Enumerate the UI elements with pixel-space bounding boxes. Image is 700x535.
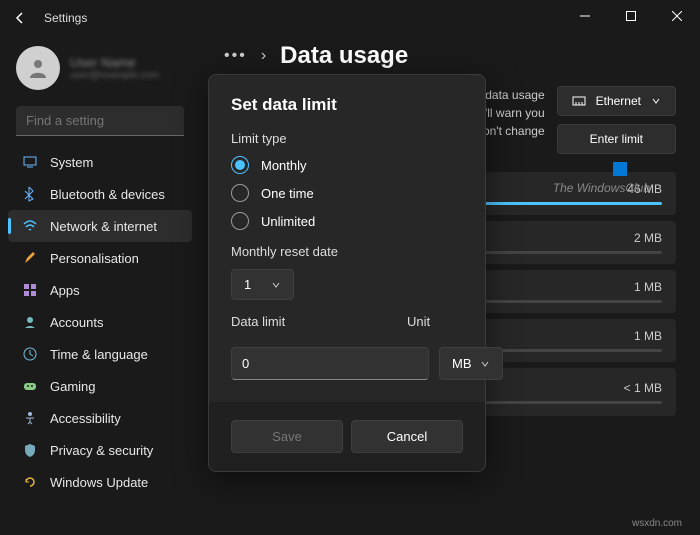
- data-limit-input[interactable]: [231, 347, 429, 380]
- save-button[interactable]: Save: [231, 420, 343, 453]
- chevron-down-icon: [480, 359, 490, 369]
- radio-one-time[interactable]: One time: [231, 184, 463, 202]
- radio-icon: [231, 212, 249, 230]
- sidebar: User Name user@example.com System Bluetoo…: [0, 32, 200, 535]
- sidebar-item-label: Apps: [50, 283, 80, 298]
- user-profile[interactable]: User Name user@example.com: [8, 42, 192, 102]
- enter-limit-button[interactable]: Enter limit: [557, 124, 676, 154]
- usage-value: < 1 MB: [624, 381, 662, 395]
- sidebar-item-access[interactable]: Accessibility: [8, 402, 192, 434]
- account-icon: [22, 314, 38, 330]
- sidebar-item-gaming[interactable]: Gaming: [8, 370, 192, 402]
- description-line: on't change: [476, 122, 545, 140]
- watermark-url: wsxdn.com: [632, 518, 682, 529]
- bluetooth-icon: [22, 186, 38, 202]
- sidebar-item-update[interactable]: Windows Update: [8, 466, 192, 498]
- update-icon: [22, 474, 38, 490]
- sidebar-item-label: Accessibility: [50, 411, 121, 426]
- radio-icon: [231, 156, 249, 174]
- reset-date-select[interactable]: 1: [231, 269, 294, 300]
- radio-unlimited[interactable]: Unlimited: [231, 212, 463, 230]
- brush-icon: [22, 250, 38, 266]
- privacy-icon: [22, 442, 38, 458]
- sidebar-item-label: Personalisation: [50, 251, 139, 266]
- unit-label: Unit: [407, 314, 463, 329]
- sidebar-item-label: Windows Update: [50, 475, 148, 490]
- radio-icon: [231, 184, 249, 202]
- user-name: User Name: [70, 55, 159, 70]
- usage-value: 1 MB: [634, 329, 662, 343]
- sidebar-item-brush[interactable]: Personalisation: [8, 242, 192, 274]
- data-limit-label: Data limit: [231, 314, 397, 329]
- watermark: The WindowsClub: [553, 162, 650, 195]
- sidebar-item-label: Gaming: [50, 379, 96, 394]
- dialog-title: Set data limit: [231, 95, 463, 115]
- limit-type-label: Limit type: [231, 131, 463, 146]
- user-email: user@example.com: [70, 70, 159, 81]
- breadcrumb-more-icon[interactable]: •••: [224, 47, 247, 65]
- gaming-icon: [22, 378, 38, 394]
- usage-value: 1 MB: [634, 280, 662, 294]
- apps-icon: [22, 282, 38, 298]
- sidebar-item-label: Accounts: [50, 315, 103, 330]
- ethernet-icon: [572, 94, 586, 108]
- cancel-button[interactable]: Cancel: [351, 420, 463, 453]
- sidebar-item-account[interactable]: Accounts: [8, 306, 192, 338]
- chevron-down-icon: [271, 280, 281, 290]
- sidebar-item-label: Bluetooth & devices: [50, 187, 165, 202]
- system-icon: [22, 154, 38, 170]
- minimize-button[interactable]: [562, 0, 608, 32]
- access-icon: [22, 410, 38, 426]
- unit-select[interactable]: MB: [439, 347, 503, 380]
- description-line: e'll warn you: [476, 104, 545, 122]
- page-title: Data usage: [280, 42, 408, 70]
- time-icon: [22, 346, 38, 362]
- sidebar-item-privacy[interactable]: Privacy & security: [8, 434, 192, 466]
- radio-monthly[interactable]: Monthly: [231, 156, 463, 174]
- maximize-button[interactable]: [608, 0, 654, 32]
- chevron-down-icon: [651, 96, 661, 106]
- sidebar-item-label: Privacy & security: [50, 443, 153, 458]
- close-button[interactable]: [654, 0, 700, 32]
- reset-date-label: Monthly reset date: [231, 244, 463, 259]
- back-button[interactable]: [10, 8, 30, 28]
- sidebar-item-label: System: [50, 155, 93, 170]
- search-input[interactable]: [16, 106, 184, 136]
- chevron-right-icon: ›: [261, 47, 266, 65]
- ethernet-dropdown[interactable]: Ethernet: [557, 86, 676, 116]
- sidebar-item-system[interactable]: System: [8, 146, 192, 178]
- usage-value: 2 MB: [634, 231, 662, 245]
- sidebar-item-bluetooth[interactable]: Bluetooth & devices: [8, 178, 192, 210]
- sidebar-item-time[interactable]: Time & language: [8, 338, 192, 370]
- window-title: Settings: [44, 11, 87, 25]
- sidebar-item-label: Network & internet: [50, 219, 157, 234]
- avatar: [16, 46, 60, 90]
- set-data-limit-dialog: Set data limit Limit type Monthly One ti…: [208, 74, 486, 472]
- sidebar-item-label: Time & language: [50, 347, 148, 362]
- wifi-icon: [22, 218, 38, 234]
- description-line: k data usage: [476, 86, 545, 104]
- sidebar-item-apps[interactable]: Apps: [8, 274, 192, 306]
- sidebar-item-wifi[interactable]: Network & internet: [8, 210, 192, 242]
